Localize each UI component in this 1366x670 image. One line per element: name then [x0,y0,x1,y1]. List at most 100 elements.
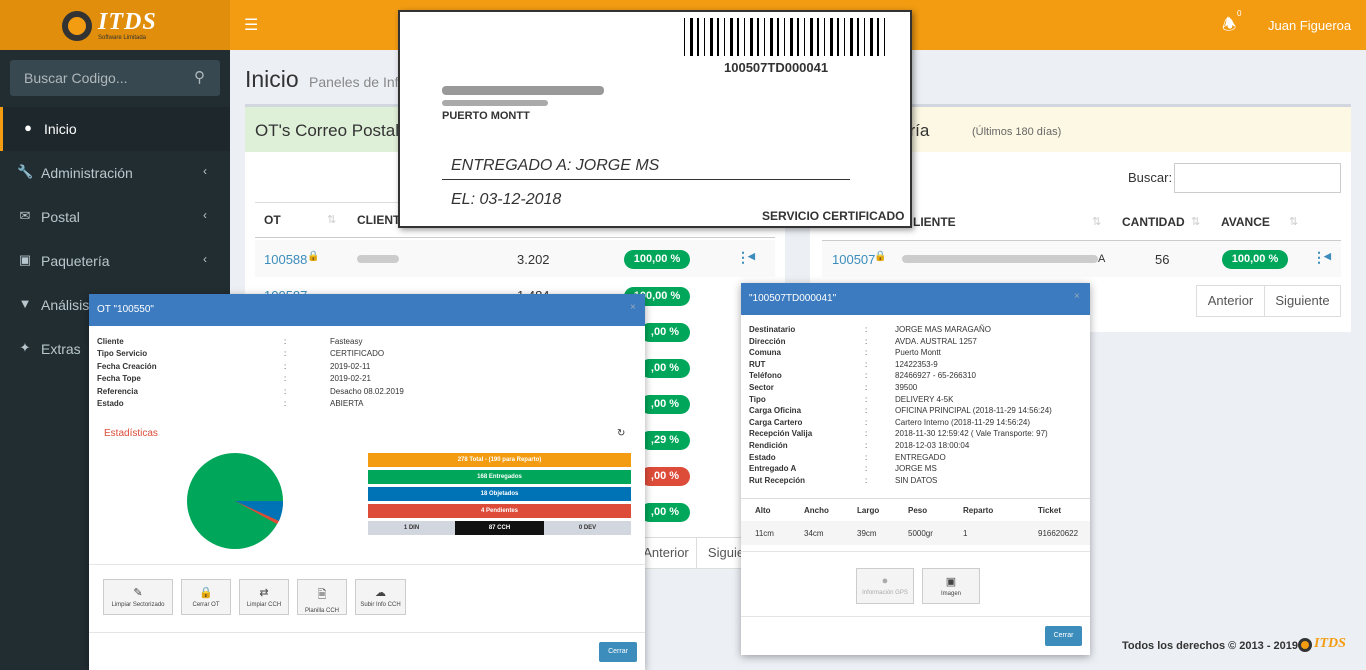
sort-icon[interactable]: ⇅ [1191,215,1200,228]
search-label: Buscar: [1128,170,1173,185]
sort-icon[interactable]: ⇅ [327,213,336,226]
column-header-label: OT [264,213,281,227]
sidebar-item-administracion[interactable]: 🔧 Administración ‹ [0,151,230,195]
barcode-bar [750,18,753,56]
barcode-bar [697,18,699,56]
redacted-client [357,255,399,263]
barcode-bar [710,18,713,56]
planilla-cch-button[interactable]: 🗎 Planilla CCH [297,579,347,615]
column-header-avance[interactable]: AVANCE [1221,215,1270,229]
sidebar-item-inicio[interactable]: ● Inicio [0,107,230,151]
avance-badge: ,00 % [640,323,690,342]
cerrar-button[interactable]: Cerrar [1045,626,1082,646]
cube-icon: ▣ [18,252,32,267]
field-separator: : [284,361,287,371]
pager-previous-button[interactable]: Anterior [1196,285,1265,317]
close-icon[interactable]: × [1074,291,1080,302]
field-label: Cliente [97,337,124,346]
field-separator: : [865,441,868,450]
sidebar-item-label: Administración [41,165,133,181]
sort-icon[interactable]: ⇅ [1289,215,1298,228]
stats-title: Estadísticas [104,428,158,439]
sort-icon[interactable]: ⇅ [1092,215,1101,228]
field-value: JORGE MS [895,464,937,474]
pager-next-button[interactable]: Siguiente [1264,285,1341,317]
barcode-number: 100507TD000041 [724,60,829,75]
field-value: ABIERTA [330,399,364,408]
field-label: Recepción Valija [749,429,813,439]
sidebar-search: ⚲ [10,60,220,96]
button-label: Limpiar CCH [246,602,282,608]
field-separator: : [284,349,287,359]
cantidad-value: 3.202 [517,252,550,267]
ot-link[interactable]: 100588 [264,252,307,267]
caret-left-icon[interactable]: ◀ [748,251,755,262]
ot-link[interactable]: 100507 [832,252,875,267]
user-menu[interactable]: Juan Figueroa [1268,18,1351,33]
field-label: Referencia [97,386,138,396]
table-search-input[interactable] [1174,163,1341,193]
subir-info-cch-button[interactable]: ☁ Subir Info CCH [355,579,406,615]
field-separator: : [865,452,868,462]
sidebar-item-postal[interactable]: ✉ Postal ‹ [0,195,230,239]
barcode-bar [784,18,785,56]
cerrar-button[interactable]: Cerrar [599,642,637,662]
field-value: JORGE MAS MARAGAÑO [895,325,992,334]
search-input[interactable] [10,60,190,96]
sidebar-item-label: Extras [41,341,81,357]
limpiar-cch-button[interactable]: ⇄ Limpiar CCH [239,579,289,615]
column-header-cliente[interactable]: LIENTE [913,215,956,229]
sidebar-item-paqueteria[interactable]: ▣ Paquetería ‹ [0,239,230,283]
limpiar-sectorizado-button[interactable]: ✎ Limpiar Sectorizado [103,579,173,615]
avance-badge: 100,00 % [624,250,690,269]
barcode-bar [864,18,865,56]
eraser-icon: ✎ [133,587,143,599]
panel-title: OT's Correo Postal [255,121,400,140]
cloud-upload-icon: ☁ [375,587,386,599]
field-label: Sector [749,383,774,392]
divider [741,616,1090,617]
notification-count: 0 [1237,9,1242,18]
stat-objetados: 18 Objetados [368,487,631,501]
field-value: AVDA. AUSTRAL 1257 [895,336,977,346]
brand-name: ITDS [98,9,157,35]
informacion-gps-button[interactable]: ● Información GPS [856,568,914,604]
table-cell: 11cm [755,529,774,538]
bell-icon[interactable]: 🕭 [1222,14,1236,41]
close-icon[interactable]: × [630,302,636,313]
modal-title: "100507TD000041" [741,283,1090,315]
table-header: Ancho [804,506,829,515]
column-header-cliente[interactable]: CLIENT [357,213,400,227]
imagen-button[interactable]: ▣ Imagen [922,568,980,604]
table-header: Alto [755,506,771,515]
barcode-bar [737,18,739,56]
logo-ring-icon [62,11,92,41]
stat-pendientes: 4 Pendientes [368,504,631,518]
barcode-bar [810,18,813,56]
stat-cch: 87 CCH [455,521,544,535]
table-cell: 1 [963,529,968,538]
column-header-cantidad[interactable]: CANTIDAD [1122,215,1185,229]
field-value: CERTIFICADO [330,349,385,359]
brand-logo[interactable]: ITDS Software Limitada [0,0,230,50]
barcode-bar [770,18,773,56]
avance-badge: ,00 % [640,503,690,522]
field-value: 82466927 - 65-266310 [895,371,976,381]
barcode-bar [724,18,725,56]
column-header-ot[interactable]: OT [264,213,281,227]
field-value: 2019-02-11 [330,361,371,371]
search-icon[interactable]: ⚲ [194,68,205,86]
field-value: SIN DATOS [895,475,938,485]
label-line [442,179,850,180]
client-suffix: A [1098,253,1106,265]
cerrar-ot-button[interactable]: 🔒 Cerrar OT [181,579,231,615]
barcode-bar [804,18,805,56]
sidebar-item-label: Postal [41,209,80,225]
caret-left-icon[interactable]: ◀ [1324,251,1331,262]
redacted-name [442,86,604,95]
hamburger-menu-icon[interactable]: ☰ [244,15,258,35]
table-cell: 34cm [804,529,824,538]
refresh-icon[interactable]: ↻ [617,428,625,439]
chevron-left-icon: ‹ [203,208,207,222]
puzzle-icon: ✦ [19,340,31,355]
